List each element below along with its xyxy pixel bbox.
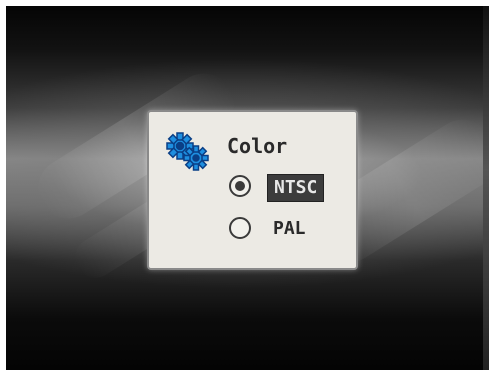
option-pal[interactable]: PAL [229,216,349,244]
option-label-pal[interactable]: PAL [269,216,310,242]
screen-background: Color NTSC PAL [6,6,489,370]
option-ntsc[interactable]: NTSC [229,174,349,202]
radio-button-pal[interactable] [229,217,251,239]
tv-frame: Color NTSC PAL [0,0,494,377]
gear-icon [166,132,209,171]
dialog-title: Color [227,134,288,158]
option-label-ntsc[interactable]: NTSC [267,174,325,202]
radio-selected-dot [235,181,245,191]
color-system-dialog: Color NTSC PAL [147,110,358,270]
screen-edge [483,6,489,370]
radio-button-ntsc[interactable] [229,175,251,197]
